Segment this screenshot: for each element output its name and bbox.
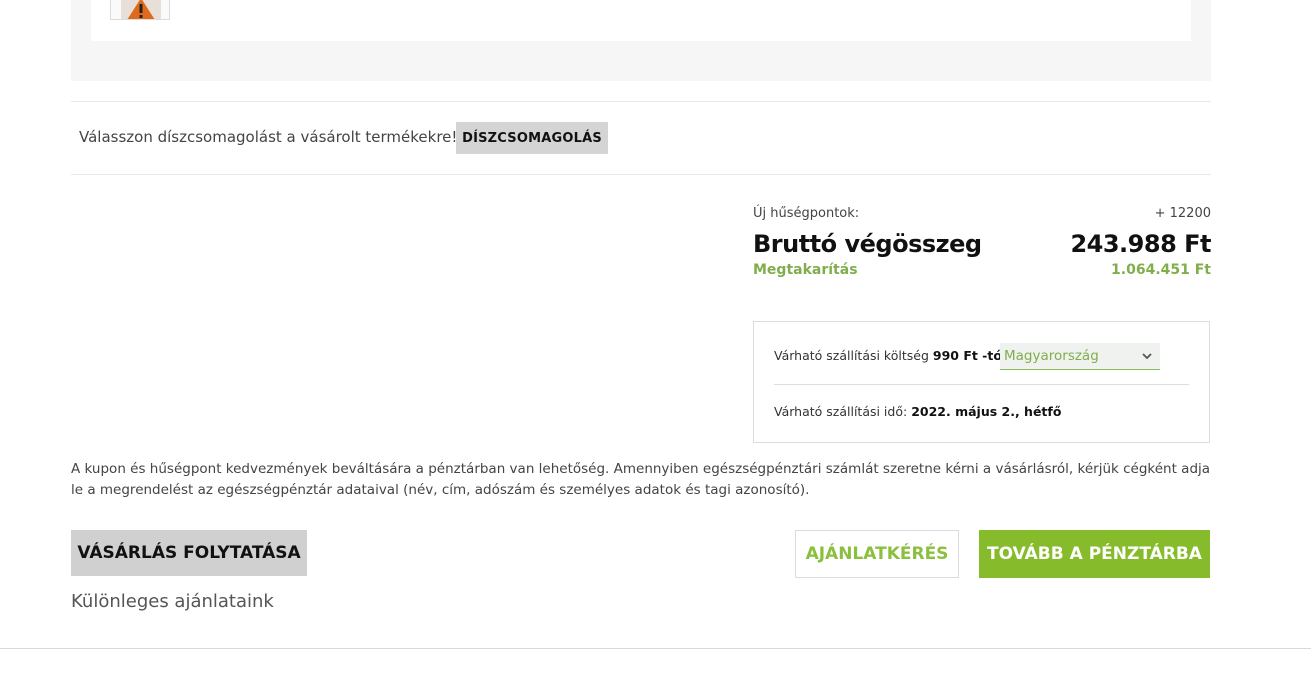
- savings-label: Megtakarítás: [753, 262, 858, 278]
- country-select-value: Magyarország: [1004, 348, 1099, 364]
- divider: [71, 174, 1211, 175]
- product-thumbnail[interactable]: [110, 0, 170, 20]
- gift-wrap-prompt: Válasszon díszcsomagolást a vásárolt ter…: [79, 128, 458, 146]
- savings-value: 1.064.451 Ft: [1111, 262, 1211, 278]
- request-quote-button[interactable]: AJÁNLATKÉRÉS: [795, 530, 959, 578]
- loyalty-points-label: Új hűségpontok:: [753, 206, 860, 221]
- warning-sign-product-icon: [121, 0, 161, 19]
- cart-items-panel: [71, 0, 1211, 81]
- gross-total-row: Bruttó végösszeg 243.988 Ft: [753, 230, 1211, 262]
- loyalty-points-row: Új hűségpontok: + 12200: [753, 206, 1211, 230]
- continue-shopping-button[interactable]: VÁSÁRLÁS FOLYTATÁSA: [71, 530, 307, 576]
- shipping-info-box: Várható szállítási költség 990 Ft -tól M…: [753, 321, 1210, 443]
- country-select[interactable]: Magyarország: [1000, 343, 1160, 370]
- gross-total-value: 243.988 Ft: [1070, 230, 1211, 258]
- divider: [0, 648, 1311, 649]
- coupon-notice: A kupon és hűségpont kedvezmények bevált…: [71, 461, 1211, 498]
- cart-item-row: [91, 0, 1191, 41]
- special-offers-heading: Különleges ajánlataink: [71, 591, 274, 612]
- chevron-down-icon: [1142, 353, 1152, 360]
- delivery-time-value: 2022. május 2., hétfő: [911, 404, 1062, 419]
- gross-total-label: Bruttó végösszeg: [753, 230, 982, 258]
- order-summary: Új hűségpontok: + 12200 Bruttó végösszeg…: [753, 206, 1211, 286]
- gift-wrap-button[interactable]: DÍSZCSOMAGOLÁS: [456, 122, 608, 154]
- delivery-time-label: Várható szállítási idő:: [774, 404, 908, 419]
- loyalty-points-value: + 12200: [1154, 206, 1211, 221]
- divider: [774, 384, 1189, 385]
- shipping-cost: Várható szállítási költség 990 Ft -tól: [774, 348, 1006, 363]
- shipping-cost-label: Várható szállítási költség: [774, 348, 929, 363]
- divider: [71, 101, 1211, 102]
- delivery-time: Várható szállítási idő: 2022. május 2., …: [774, 404, 1061, 419]
- proceed-to-checkout-button[interactable]: TOVÁBB A PÉNZTÁRBA: [979, 530, 1210, 578]
- savings-row: Megtakarítás 1.064.451 Ft: [753, 262, 1211, 286]
- shipping-cost-value: 990 Ft -tól: [932, 348, 1007, 363]
